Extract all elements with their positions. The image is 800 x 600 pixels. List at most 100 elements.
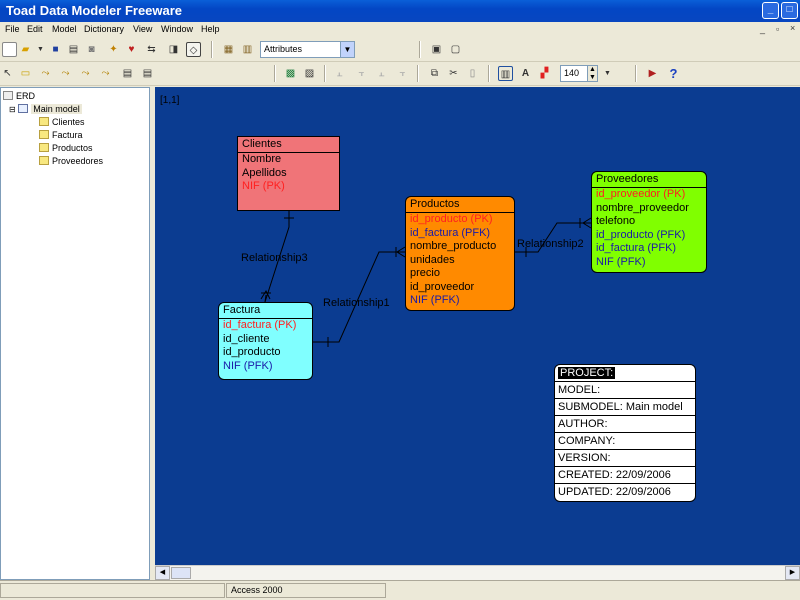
tree-item-productos[interactable]: Productos bbox=[39, 142, 93, 154]
attributes-combo[interactable]: Attributes ▼ bbox=[260, 41, 355, 58]
horizontal-scrollbar[interactable]: ◀ ▶ bbox=[155, 565, 800, 580]
note-tool-icon[interactable]: ▤ bbox=[140, 66, 155, 81]
entity-attribute[interactable]: id_proveedor (PK) bbox=[592, 188, 706, 202]
entity-attribute[interactable]: id_producto (PFK) bbox=[592, 229, 706, 243]
diagram-canvas[interactable]: [1,1] Relationship3 Relationship1 Relati… bbox=[155, 87, 800, 565]
entity-attribute[interactable]: telefono bbox=[592, 215, 706, 229]
new-icon[interactable] bbox=[2, 42, 17, 57]
menu-edit[interactable]: Edit bbox=[27, 24, 43, 34]
nonidentifying-relationship-icon[interactable]: ⤳ bbox=[78, 66, 93, 81]
convert-icon[interactable]: ⇆ bbox=[144, 42, 159, 57]
generate-icon[interactable]: ✦ bbox=[106, 42, 121, 57]
menu-model[interactable]: Model bbox=[52, 24, 77, 34]
tree-item-factura[interactable]: Factura bbox=[39, 129, 83, 141]
verify-icon[interactable]: ♥ bbox=[124, 42, 139, 57]
entity-attribute[interactable]: Nombre bbox=[238, 153, 339, 167]
tree-item-proveedores[interactable]: Proveedores bbox=[39, 155, 103, 167]
mdi-restore-icon[interactable]: ▫ bbox=[776, 24, 779, 34]
properties-icon[interactable]: ▥ bbox=[498, 66, 513, 81]
entity-attribute[interactable]: id_cliente bbox=[219, 333, 312, 347]
color-icon[interactable]: ▞ bbox=[537, 66, 552, 81]
relationship-tool-icon[interactable]: ⤳ bbox=[38, 66, 53, 81]
entity-attribute[interactable]: precio bbox=[406, 267, 514, 281]
entity-attribute[interactable]: Apellidos bbox=[238, 167, 339, 181]
dropdown-arrow-icon[interactable]: ▼ bbox=[33, 42, 48, 57]
entity-attribute[interactable]: id_proveedor bbox=[406, 281, 514, 295]
model-tree: ERD ⊟ Main model Clientes Factura Produc… bbox=[0, 87, 150, 580]
grid-icon[interactable]: ▣ bbox=[429, 42, 444, 57]
separator bbox=[324, 65, 326, 82]
mdi-close-icon[interactable]: × bbox=[790, 23, 795, 33]
window-icon[interactable]: ▢ bbox=[448, 42, 463, 57]
cut-icon[interactable]: ✂ bbox=[446, 66, 461, 81]
entity-attribute[interactable]: nombre_producto bbox=[406, 240, 514, 254]
entity-productos-attrs: id_producto (PK) id_factura (PFK) nombre_p… bbox=[406, 213, 514, 308]
entity-attribute[interactable]: unidades bbox=[406, 254, 514, 268]
open-icon[interactable]: ▰ bbox=[18, 42, 33, 57]
entity-tool-icon[interactable]: ▭ bbox=[18, 66, 33, 81]
menu-file[interactable]: File bbox=[5, 24, 20, 34]
spin-icon[interactable]: ▲ ▼ bbox=[587, 66, 597, 81]
identifying-relationship-icon[interactable]: ⤳ bbox=[58, 66, 73, 81]
entity-attribute[interactable]: id_factura (PK) bbox=[219, 319, 312, 333]
print-icon[interactable]: ▤ bbox=[66, 42, 81, 57]
entity-attribute[interactable]: nombre_proveedor bbox=[592, 202, 706, 216]
entity-proveedores[interactable]: Proveedores id_proveedor (PK) nombre_prov… bbox=[591, 171, 707, 273]
project-row-submodel: SUBMODEL: Main model bbox=[555, 399, 695, 416]
chevron-down-icon[interactable]: ▼ bbox=[340, 42, 354, 57]
attribute-icon[interactable]: ▥ bbox=[240, 42, 255, 57]
select-icon[interactable]: ↖ bbox=[0, 66, 15, 81]
entity-attribute[interactable]: id_producto bbox=[219, 346, 312, 360]
screenshot-icon[interactable]: ▩ bbox=[283, 66, 298, 81]
collapse-icon[interactable]: ⊟ bbox=[9, 105, 16, 114]
project-row-label: PROJECT: bbox=[558, 367, 616, 379]
tree-item-root[interactable]: ERD bbox=[3, 90, 35, 102]
copy-icon[interactable]: ⧉ bbox=[427, 66, 442, 81]
tree-item-model[interactable]: ⊟ Main model bbox=[9, 103, 82, 115]
minimize-button[interactable]: _ bbox=[762, 2, 779, 19]
preview-icon[interactable]: ◙ bbox=[84, 42, 99, 57]
project-info-box[interactable]: PROJECT: MODEL: SUBMODEL: Main model AUT… bbox=[554, 364, 696, 502]
separator bbox=[274, 65, 276, 82]
entity-attribute[interactable]: NIF (PFK) bbox=[219, 360, 312, 374]
zoom-stepper[interactable]: 140 ▲ ▼ bbox=[560, 65, 598, 82]
menu-view[interactable]: View bbox=[133, 24, 152, 34]
entity-clientes[interactable]: Clientes Nombre Apellidos NIF (PK) bbox=[237, 136, 340, 211]
scroll-right-icon[interactable]: ▶ bbox=[785, 566, 800, 580]
self-relationship-icon[interactable]: ⤳ bbox=[98, 66, 113, 81]
paste-icon[interactable]: ▯ bbox=[465, 66, 480, 81]
tree-item-clientes[interactable]: Clientes bbox=[39, 116, 85, 128]
entity-attribute[interactable]: NIF (PFK) bbox=[406, 294, 514, 308]
zoom-dropdown-icon[interactable]: ▼ bbox=[600, 66, 615, 81]
exit-icon[interactable]: ▶ bbox=[645, 66, 660, 81]
entity-attribute[interactable]: NIF (PK) bbox=[238, 180, 339, 194]
maximize-button[interactable]: □ bbox=[781, 2, 798, 19]
entity-productos[interactable]: Productos id_producto (PK) id_factura (PF… bbox=[405, 196, 515, 311]
image-icon[interactable]: ▨ bbox=[302, 66, 317, 81]
scroll-left-icon[interactable]: ◀ bbox=[155, 566, 170, 580]
menu-dictionary[interactable]: Dictionary bbox=[84, 24, 124, 34]
entity-factura[interactable]: Factura id_factura (PK) id_cliente id_prod… bbox=[218, 302, 313, 380]
separator bbox=[211, 41, 213, 58]
menu-window[interactable]: Window bbox=[161, 24, 193, 34]
entity-attribute[interactable]: id_producto (PK) bbox=[406, 213, 514, 227]
report-icon[interactable]: ◨ bbox=[166, 42, 181, 57]
save-icon[interactable]: ■ bbox=[48, 42, 63, 57]
entity-attribute[interactable]: id_factura (PFK) bbox=[406, 227, 514, 241]
relationship1-label[interactable]: Relationship1 bbox=[323, 297, 390, 309]
menu-help[interactable]: Help bbox=[201, 24, 220, 34]
entity-attribute[interactable]: id_factura (PFK) bbox=[592, 242, 706, 256]
scroll-thumb[interactable] bbox=[171, 567, 191, 579]
eraser-icon[interactable]: ◇ bbox=[186, 42, 201, 57]
relationship2-label[interactable]: Relationship2 bbox=[517, 238, 584, 250]
status-panel-empty bbox=[0, 583, 225, 598]
mdi-minimize-icon[interactable]: _ bbox=[760, 24, 765, 34]
font-icon[interactable]: A bbox=[518, 66, 533, 81]
help-icon[interactable]: ? bbox=[666, 66, 681, 81]
layout-icon[interactable]: ▦ bbox=[221, 42, 236, 57]
entity-attribute[interactable]: NIF (PFK) bbox=[592, 256, 706, 270]
attributes-combo-value: Attributes bbox=[264, 44, 303, 54]
relationship3-label[interactable]: Relationship3 bbox=[241, 252, 308, 264]
view-tool-icon[interactable]: ▤ bbox=[120, 66, 135, 81]
tree-item-label: ERD bbox=[16, 91, 36, 101]
